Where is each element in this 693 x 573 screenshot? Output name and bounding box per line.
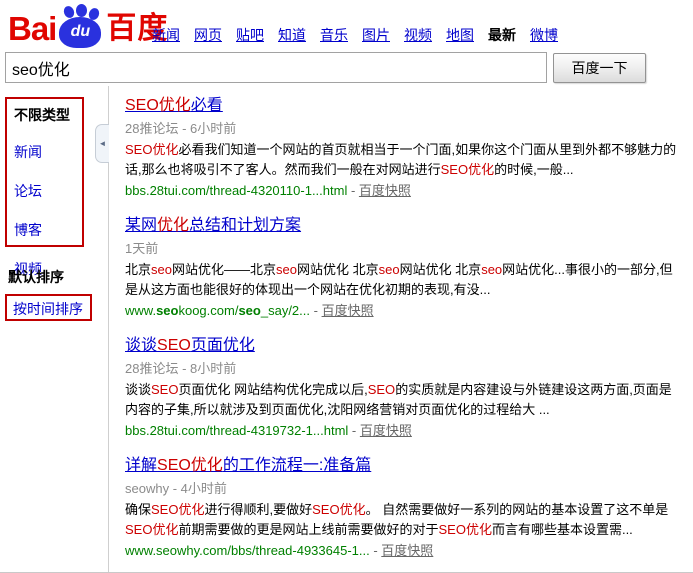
nav-link-web[interactable]: 网页 [194, 25, 222, 45]
result-meta: 28推论坛 - 6小时前 [125, 120, 682, 138]
nav-link-tieba[interactable]: 贴吧 [236, 25, 264, 45]
top-nav: 新闻 网页 贴吧 知道 音乐 图片 视频 地图 最新 微博 [152, 25, 558, 45]
result-meta: 1天前 [125, 240, 682, 258]
result-url: bbs.28tui.com/thread-4320110-1...html [125, 183, 347, 198]
result-url-line: www.seokoog.com/seo_say/2... - 百度快照 [125, 301, 682, 320]
result-item: SEO优化必看 28推论坛 - 6小时前 SEO优化必看我们知道一个网站的首页就… [125, 95, 682, 200]
result-snippet: 北京seo网站优化——北京seo网站优化 北京seo网站优化 北京seo网站优化… [125, 260, 682, 300]
nav-link-video[interactable]: 视频 [404, 25, 432, 45]
nav-link-zhidao[interactable]: 知道 [278, 25, 306, 45]
logo-du-text: du [57, 23, 103, 41]
baidu-logo[interactable]: Bai du 百度 [8, 4, 168, 50]
baidu-search-page: Bai du 百度 新闻 网页 贴吧 知道 音乐 图片 视频 地图 最新 微博 … [0, 0, 693, 573]
nav-link-latest-active[interactable]: 最新 [488, 25, 516, 45]
baidu-paw-icon: du [57, 4, 103, 50]
result-url-line: www.seowhy.com/bbs/thread-4933645-1... -… [125, 541, 682, 560]
sidebar-filter-news[interactable]: 新闻 [14, 142, 82, 162]
nav-link-weibo[interactable]: 微博 [530, 25, 558, 45]
sort-by-time-box: 按时间排序 [5, 294, 92, 321]
search-input[interactable] [5, 52, 547, 83]
sidebar-filter-blog[interactable]: 博客 [14, 220, 82, 240]
nav-link-music[interactable]: 音乐 [320, 25, 348, 45]
collapse-left-icon: ◄ [99, 140, 107, 148]
nav-link-maps[interactable]: 地图 [446, 25, 474, 45]
result-title-link[interactable]: 谈谈SEO页面优化 [125, 335, 255, 357]
result-item: 某网优化总结和计划方案 1天前 北京seo网站优化——北京seo网站优化 北京s… [125, 215, 682, 320]
result-title-link[interactable]: 某网优化总结和计划方案 [125, 215, 301, 237]
nav-link-news[interactable]: 新闻 [152, 25, 180, 45]
result-url: www.seowhy.com/bbs/thread-4933645-1... [125, 543, 370, 558]
type-filter-box: 不限类型 新闻 论坛 博客 视频 [5, 97, 84, 247]
result-title-link[interactable]: SEO优化必看 [125, 95, 223, 117]
baidu-cache-link[interactable]: 百度快照 [359, 183, 411, 198]
search-button[interactable]: 百度一下 [553, 53, 646, 83]
result-snippet: 确保SEO优化进行得顺利,要做好SEO优化。 自然需要做好一系列的网站的基本设置… [125, 500, 682, 540]
result-title-link[interactable]: 详解SEO优化的工作流程一:准备篇 [125, 455, 371, 477]
result-url: www.seokoog.com/seo_say/2... [125, 303, 310, 318]
filter-header-all-types: 不限类型 [14, 105, 82, 125]
baidu-cache-link[interactable]: 百度快照 [381, 543, 433, 558]
result-url: bbs.28tui.com/thread-4319732-1...html [125, 423, 348, 438]
search-results: SEO优化必看 28推论坛 - 6小时前 SEO优化必看我们知道一个网站的首页就… [125, 95, 682, 573]
result-meta: seowhy - 4小时前 [125, 480, 682, 498]
result-meta: 28推论坛 - 8小时前 [125, 360, 682, 378]
logo-bai-text: Bai [8, 8, 56, 50]
sidebar-collapse-button[interactable]: ◄ [95, 124, 109, 163]
nav-link-images[interactable]: 图片 [362, 25, 390, 45]
sort-header-default: 默认排序 [8, 267, 64, 287]
baidu-cache-link[interactable]: 百度快照 [360, 423, 412, 438]
result-item: 谈谈SEO页面优化 28推论坛 - 8小时前 谈谈SEO页面优化 网站结构优化完… [125, 335, 682, 440]
result-url-line: bbs.28tui.com/thread-4320110-1...html - … [125, 181, 682, 200]
sidebar-sort-by-time[interactable]: 按时间排序 [13, 301, 83, 317]
sidebar-filter-forum[interactable]: 论坛 [14, 181, 82, 201]
result-snippet: SEO优化必看我们知道一个网站的首页就相当于一个门面,如果你这个门面从里到外都不… [125, 140, 682, 180]
baidu-cache-link[interactable]: 百度快照 [322, 303, 374, 318]
result-item: 详解SEO优化的工作流程一:准备篇 seowhy - 4小时前 确保SEO优化进… [125, 455, 682, 560]
result-snippet: 谈谈SEO页面优化 网站结构优化完成以后,SEO的实质就是内容建设与外链建设这两… [125, 380, 682, 420]
result-url-line: bbs.28tui.com/thread-4319732-1...html - … [125, 421, 682, 440]
